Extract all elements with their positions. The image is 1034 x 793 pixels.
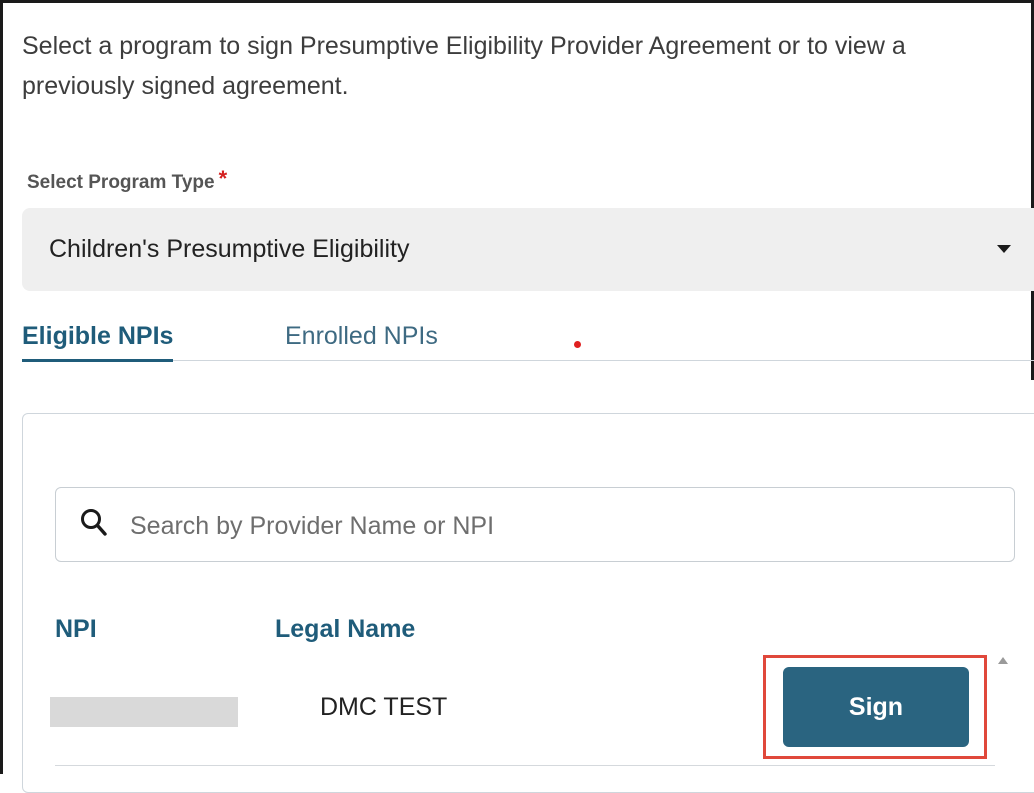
tab-enrolled-npis[interactable]: Enrolled NPIs bbox=[285, 322, 438, 351]
chevron-down-icon bbox=[997, 245, 1011, 253]
program-type-select[interactable]: Children's Presumptive Eligibility bbox=[22, 208, 1034, 291]
search-icon bbox=[80, 508, 108, 543]
program-type-label-text: Select Program Type bbox=[27, 172, 215, 193]
tabs-divider bbox=[22, 360, 1034, 361]
required-marker: * bbox=[218, 166, 228, 191]
scroll-up-arrow[interactable] bbox=[998, 657, 1008, 664]
column-header-legal-name: Legal Name bbox=[275, 615, 416, 643]
program-type-label: Select Program Type * bbox=[27, 166, 228, 194]
search-box[interactable] bbox=[55, 487, 1015, 562]
search-input[interactable] bbox=[128, 506, 992, 546]
row-divider bbox=[55, 765, 995, 766]
program-type-selected-value: Children's Presumptive Eligibility bbox=[49, 235, 410, 263]
legal-name-cell: DMC TEST bbox=[320, 693, 448, 721]
column-header-npi: NPI bbox=[55, 615, 97, 643]
tab-eligible-npis[interactable]: Eligible NPIs bbox=[22, 322, 174, 362]
intro-text: Select a program to sign Presumptive Eli… bbox=[22, 32, 906, 100]
npi-value-redacted bbox=[50, 697, 238, 727]
sign-button[interactable]: Sign bbox=[783, 667, 969, 747]
cursor-marker-dot bbox=[574, 341, 581, 348]
